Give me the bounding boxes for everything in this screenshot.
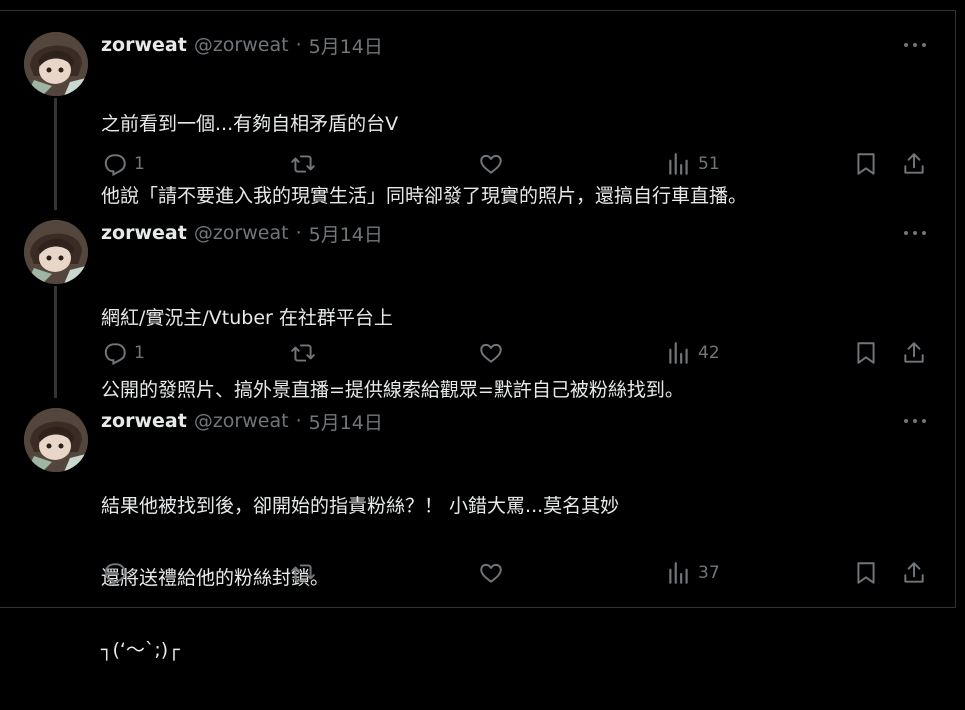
- reply-button[interactable]: 1: [102, 338, 145, 368]
- avatar[interactable]: [24, 408, 88, 472]
- bookmark-button[interactable]: [853, 338, 879, 368]
- share-button[interactable]: [901, 338, 927, 368]
- action-bar: 1 51: [0, 149, 955, 179]
- retweet-icon: [291, 564, 315, 582]
- views-button[interactable]: 37: [666, 558, 720, 588]
- timestamp[interactable]: 5月14日: [309, 220, 383, 247]
- reply-count: 1: [134, 154, 145, 174]
- heart-icon: [480, 154, 502, 174]
- tweet-header: zorweat @zorweat · 5月14日: [101, 32, 383, 58]
- retweet-button[interactable]: [290, 558, 316, 588]
- more-icon[interactable]: [902, 228, 928, 238]
- heart-icon: [480, 563, 502, 583]
- views-button[interactable]: 42: [666, 338, 720, 368]
- share-icon: [904, 153, 924, 174]
- tweet[interactable]: zorweat @zorweat · 5月14日 結果他被找到後，卻開始的指責粉…: [0, 408, 955, 661]
- more-icon[interactable]: [902, 416, 928, 426]
- more-icon[interactable]: [902, 40, 928, 50]
- bookmark-icon: [857, 342, 875, 364]
- tweet-line: 之前看到一個...有夠自相矛盾的台V: [101, 113, 399, 135]
- reply-icon: [104, 563, 126, 586]
- reply-icon: [104, 154, 126, 177]
- timestamp[interactable]: 5月14日: [309, 32, 383, 59]
- display-name[interactable]: zorweat: [101, 222, 187, 244]
- share-button[interactable]: [901, 149, 927, 179]
- retweet-icon: [291, 344, 315, 362]
- views-icon: [669, 562, 688, 584]
- reply-icon: [104, 343, 126, 366]
- retweet-icon: [291, 155, 315, 173]
- display-name[interactable]: zorweat: [101, 34, 187, 56]
- timestamp[interactable]: 5月14日: [309, 408, 383, 435]
- reply-button[interactable]: [102, 558, 134, 588]
- tweet-line: 公開的發照片、搞外景直播=提供線索給觀眾=默許自己被粉絲找到。: [101, 379, 684, 401]
- retweet-button[interactable]: [290, 149, 316, 179]
- share-icon: [904, 342, 924, 363]
- action-bar: 37: [0, 558, 955, 588]
- tweet-line: ┐(‘～`;)┌: [101, 639, 180, 661]
- views-icon: [669, 153, 688, 175]
- reply-button[interactable]: 1: [102, 149, 145, 179]
- separator: ·: [295, 410, 302, 432]
- view-count: 42: [698, 343, 720, 363]
- tweet-header: zorweat @zorweat · 5月14日: [101, 220, 383, 246]
- handle[interactable]: @zorweat: [194, 410, 289, 432]
- avatar[interactable]: [24, 32, 88, 96]
- action-bar: 1 42: [0, 338, 955, 368]
- avatar[interactable]: [24, 220, 88, 284]
- handle[interactable]: @zorweat: [194, 222, 289, 244]
- tweet-line: 網紅/實況主/Vtuber 在社群平台上: [101, 307, 393, 329]
- views-button[interactable]: 51: [666, 149, 720, 179]
- bookmark-icon: [857, 153, 875, 175]
- separator: ·: [295, 222, 302, 244]
- tweet[interactable]: zorweat @zorweat · 5月14日 之前看到一個...有夠自相矛盾…: [0, 32, 955, 207]
- share-button[interactable]: [901, 558, 927, 588]
- bookmark-button[interactable]: [853, 558, 879, 588]
- view-count: 37: [698, 563, 720, 583]
- view-count: 51: [698, 154, 720, 174]
- tweet-line: 他說「請不要進入我的現實生活」同時卻發了現實的照片，還搞自行車直播。: [101, 185, 748, 207]
- like-button[interactable]: [478, 338, 504, 368]
- separator: ·: [295, 34, 302, 56]
- bookmark-icon: [857, 562, 875, 584]
- tweet-header: zorweat @zorweat · 5月14日: [101, 408, 383, 434]
- reply-count: 1: [134, 343, 145, 363]
- like-button[interactable]: [478, 149, 504, 179]
- tweet-line: 結果他被找到後，卻開始的指責粉絲？！ 小錯大罵...莫名其妙: [101, 495, 620, 517]
- bookmark-button[interactable]: [853, 149, 879, 179]
- retweet-button[interactable]: [290, 338, 316, 368]
- tweet[interactable]: zorweat @zorweat · 5月14日 網紅/實況主/Vtuber 在…: [0, 220, 955, 401]
- heart-icon: [480, 343, 502, 363]
- display-name[interactable]: zorweat: [101, 410, 187, 432]
- share-icon: [904, 562, 924, 583]
- handle[interactable]: @zorweat: [194, 34, 289, 56]
- views-icon: [669, 342, 688, 364]
- like-button[interactable]: [478, 558, 504, 588]
